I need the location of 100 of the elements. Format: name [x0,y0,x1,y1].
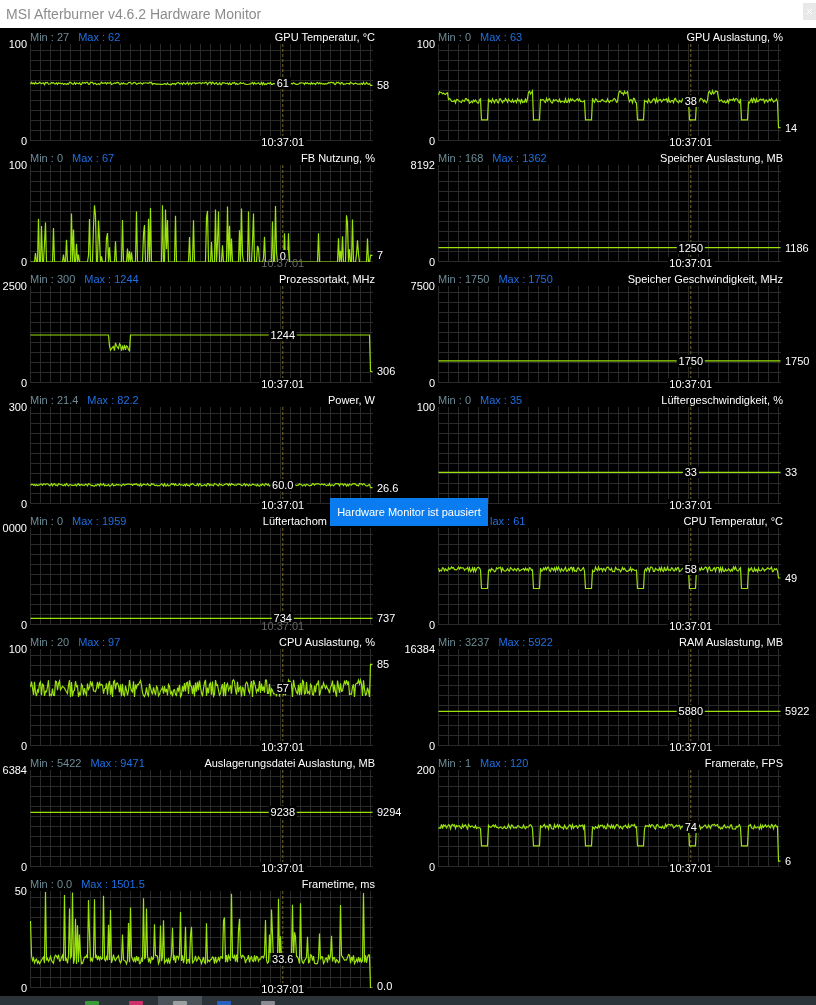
current-value: 9294 [377,806,402,819]
axis-min-label: 0 [428,861,435,873]
current-value: 6 [785,855,792,868]
current-value: 1186 [785,241,809,254]
axis-min-label: 0 [428,619,435,631]
cursor-value: 33.6 [270,953,296,966]
axis-min-label: 0 [20,377,27,389]
time-label: 10:37:01 [667,499,715,511]
cursor-value: 57 [274,682,291,695]
time-label: 10:37:01 [259,983,307,995]
axis-max-label: 6384 [2,764,27,776]
axis-max-label: 16384 [404,643,435,655]
graph-title: Speicher Auslastung, MB [660,152,783,165]
taskbar-icon[interactable] [85,1001,99,1005]
min-value: Min : 0 [30,515,63,528]
taskbar-icon[interactable] [261,1001,275,1005]
max-value: lax : 61 [490,515,526,528]
time-label: 10:37:01 [259,741,307,753]
taskbar-icon[interactable] [173,1001,187,1005]
graph-title: GPU Auslastung, % [686,31,783,44]
min-value: Min : 0.0 [30,878,73,891]
min-value: Min : 20 [30,636,70,649]
min-value: Min : 300 [30,273,76,286]
axis-min-label: 0 [20,135,27,147]
cursor-value: 74 [682,820,699,833]
graph-title: CPU Auslastung, % [279,636,375,649]
axis-min-label: 0 [20,619,27,631]
graph-title: Speicher Geschwindigkeit, MHz [627,273,783,286]
max-value: Max : 62 [78,31,121,44]
window-title: MSI Afterburner v4.6.2 Hardware Monitor [5,6,262,22]
max-value: Max : 97 [78,636,121,649]
graph-title: FB Nutzung, % [301,152,375,165]
max-value: Max : 63 [480,31,523,44]
axis-max-label: 2500 [2,280,27,292]
status-toast: Hardware Monitor ist pausiert [330,498,488,526]
axis-min-label: 0 [20,861,27,873]
axis-max-label: 100 [8,38,27,50]
current-value: 58 [377,79,390,92]
axis-min-label: 0 [428,135,435,147]
min-value: Min : 0 [438,31,471,44]
time-label: 10:37:01 [259,136,307,148]
max-value: Max : 120 [480,757,529,770]
axis-max-label: 100 [8,159,27,171]
axis-min-label: 0 [20,256,27,268]
graph-title: Lüftertachom [262,515,327,528]
min-value: Min : 3237 [438,636,490,649]
cursor-value: 9238 [268,806,297,819]
max-value: Max : 1959 [72,515,127,528]
max-value: Max : 82.2 [87,394,139,407]
max-value: Max : 5922 [498,636,553,649]
axis-min-label: 0 [20,982,27,994]
cursor-value: 1750 [676,354,705,367]
time-label: 10:37:01 [259,862,307,874]
cursor-value: 1244 [268,329,297,341]
max-value: Max : 1362 [492,152,547,165]
time-label: 10:37:01 [667,862,715,874]
current-value: 33 [785,466,798,479]
graph-title: CPU Temperatur, °C [683,515,783,528]
cursor-value: 61 [274,77,291,90]
taskbar-icon[interactable] [129,1001,143,1005]
min-value: Min : 0 [30,152,63,165]
axis-max-label: 300 [8,401,27,413]
cursor-value: 58 [682,563,699,576]
axis-min-label: 0 [20,498,27,510]
graph-title: Auslagerungsdatei Auslastung, MB [204,757,375,770]
graph-title: Framerate, FPS [704,757,783,770]
axis-min-label: 0 [428,740,435,752]
max-value: Max : 9471 [90,757,145,770]
time-label: 10:37:01 [667,378,715,390]
axis-max-label: 0000 [2,522,27,534]
axis-max-label: 100 [416,401,435,413]
current-value: 85 [377,658,390,671]
graph-title: RAM Auslastung, MB [679,636,783,649]
min-value: Min : 27 [30,31,70,44]
min-value: Min : 21.4 [30,394,79,407]
min-value: Min : 1750 [438,273,490,286]
graph-title: Prozessortakt, MHz [279,273,375,286]
graph-title: Power, W [327,394,375,407]
cursor-value: 38 [682,94,699,107]
cursor-value: 60.0 [270,478,296,491]
axis-min-label: 0 [428,256,435,268]
time-label: 10:37:01 [667,136,715,148]
max-value: Max : 1501.5 [81,878,145,891]
current-value: 1750 [785,354,810,367]
current-value: 14 [785,121,798,134]
cursor-value: 5880 [676,705,705,718]
max-value: Max : 1750 [498,273,553,286]
graph-title: Lüftergeschwindigkeit, % [661,394,783,407]
time-label: 10:37:01 [667,620,715,632]
max-value: Max : 1244 [84,273,139,286]
time-label: 10:37:01 [667,257,715,269]
axis-min-label: 0 [428,377,435,389]
axis-min-label: 0 [20,740,27,752]
max-value: Max : 67 [72,152,115,165]
graph-title: GPU Temperatur, °C [274,31,375,44]
min-value: Min : 1 [438,757,471,770]
graph-title: Frametime, ms [301,878,375,891]
axis-max-label: 8192 [410,159,435,171]
taskbar-icon[interactable] [217,1001,231,1005]
min-value: Min : 5422 [30,757,82,770]
